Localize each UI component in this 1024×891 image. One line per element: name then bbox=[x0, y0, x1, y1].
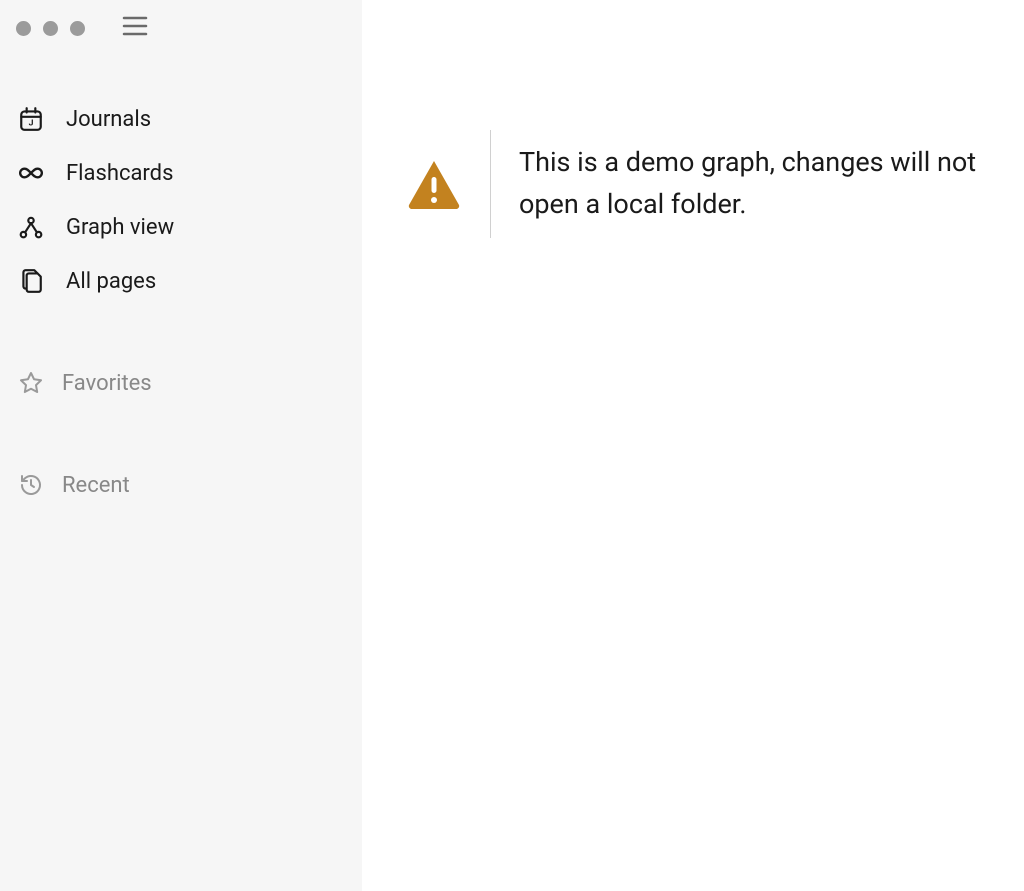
divider bbox=[490, 130, 491, 238]
nav-item-journals[interactable]: J Journals bbox=[18, 92, 344, 146]
nav-favorites-section: Favorites bbox=[0, 356, 362, 410]
infinity-icon bbox=[18, 160, 44, 186]
star-icon bbox=[18, 370, 44, 396]
main-content: This is a demo graph, changes will not o… bbox=[362, 0, 1024, 891]
pages-icon bbox=[18, 268, 44, 294]
history-icon bbox=[18, 472, 44, 498]
nav-recent-section: Recent bbox=[0, 458, 362, 512]
close-window-button[interactable] bbox=[16, 21, 31, 36]
warning-icon bbox=[406, 156, 462, 212]
menu-icon bbox=[122, 15, 148, 41]
nav-label: All pages bbox=[66, 269, 156, 294]
nav-item-flashcards[interactable]: Flashcards bbox=[18, 146, 344, 200]
warning-text-line: open a local folder. bbox=[519, 184, 976, 226]
warning-message: This is a demo graph, changes will not o… bbox=[519, 142, 976, 226]
nav-label: Favorites bbox=[62, 371, 152, 396]
nav-item-graph-view[interactable]: Graph view bbox=[18, 200, 344, 254]
maximize-window-button[interactable] bbox=[70, 21, 85, 36]
graph-icon bbox=[18, 214, 44, 240]
nav-recent-header[interactable]: Recent bbox=[18, 458, 344, 512]
menu-button[interactable] bbox=[122, 15, 148, 41]
nav-label: Journals bbox=[66, 107, 151, 132]
titlebar bbox=[0, 12, 362, 44]
nav-label: Graph view bbox=[66, 215, 174, 240]
nav-label: Recent bbox=[62, 473, 130, 498]
warning-text-line: This is a demo graph, changes will not bbox=[519, 142, 976, 184]
nav-label: Flashcards bbox=[66, 161, 173, 186]
window-controls bbox=[16, 21, 85, 36]
nav-item-all-pages[interactable]: All pages bbox=[18, 254, 344, 308]
nav-favorites-header[interactable]: Favorites bbox=[18, 356, 344, 410]
demo-warning-banner: This is a demo graph, changes will not o… bbox=[406, 130, 1024, 238]
sidebar: J Journals Flashcards bbox=[0, 0, 362, 891]
nav-primary: J Journals Flashcards bbox=[0, 92, 362, 308]
svg-text:J: J bbox=[29, 119, 34, 129]
calendar-icon: J bbox=[18, 106, 44, 132]
minimize-window-button[interactable] bbox=[43, 21, 58, 36]
